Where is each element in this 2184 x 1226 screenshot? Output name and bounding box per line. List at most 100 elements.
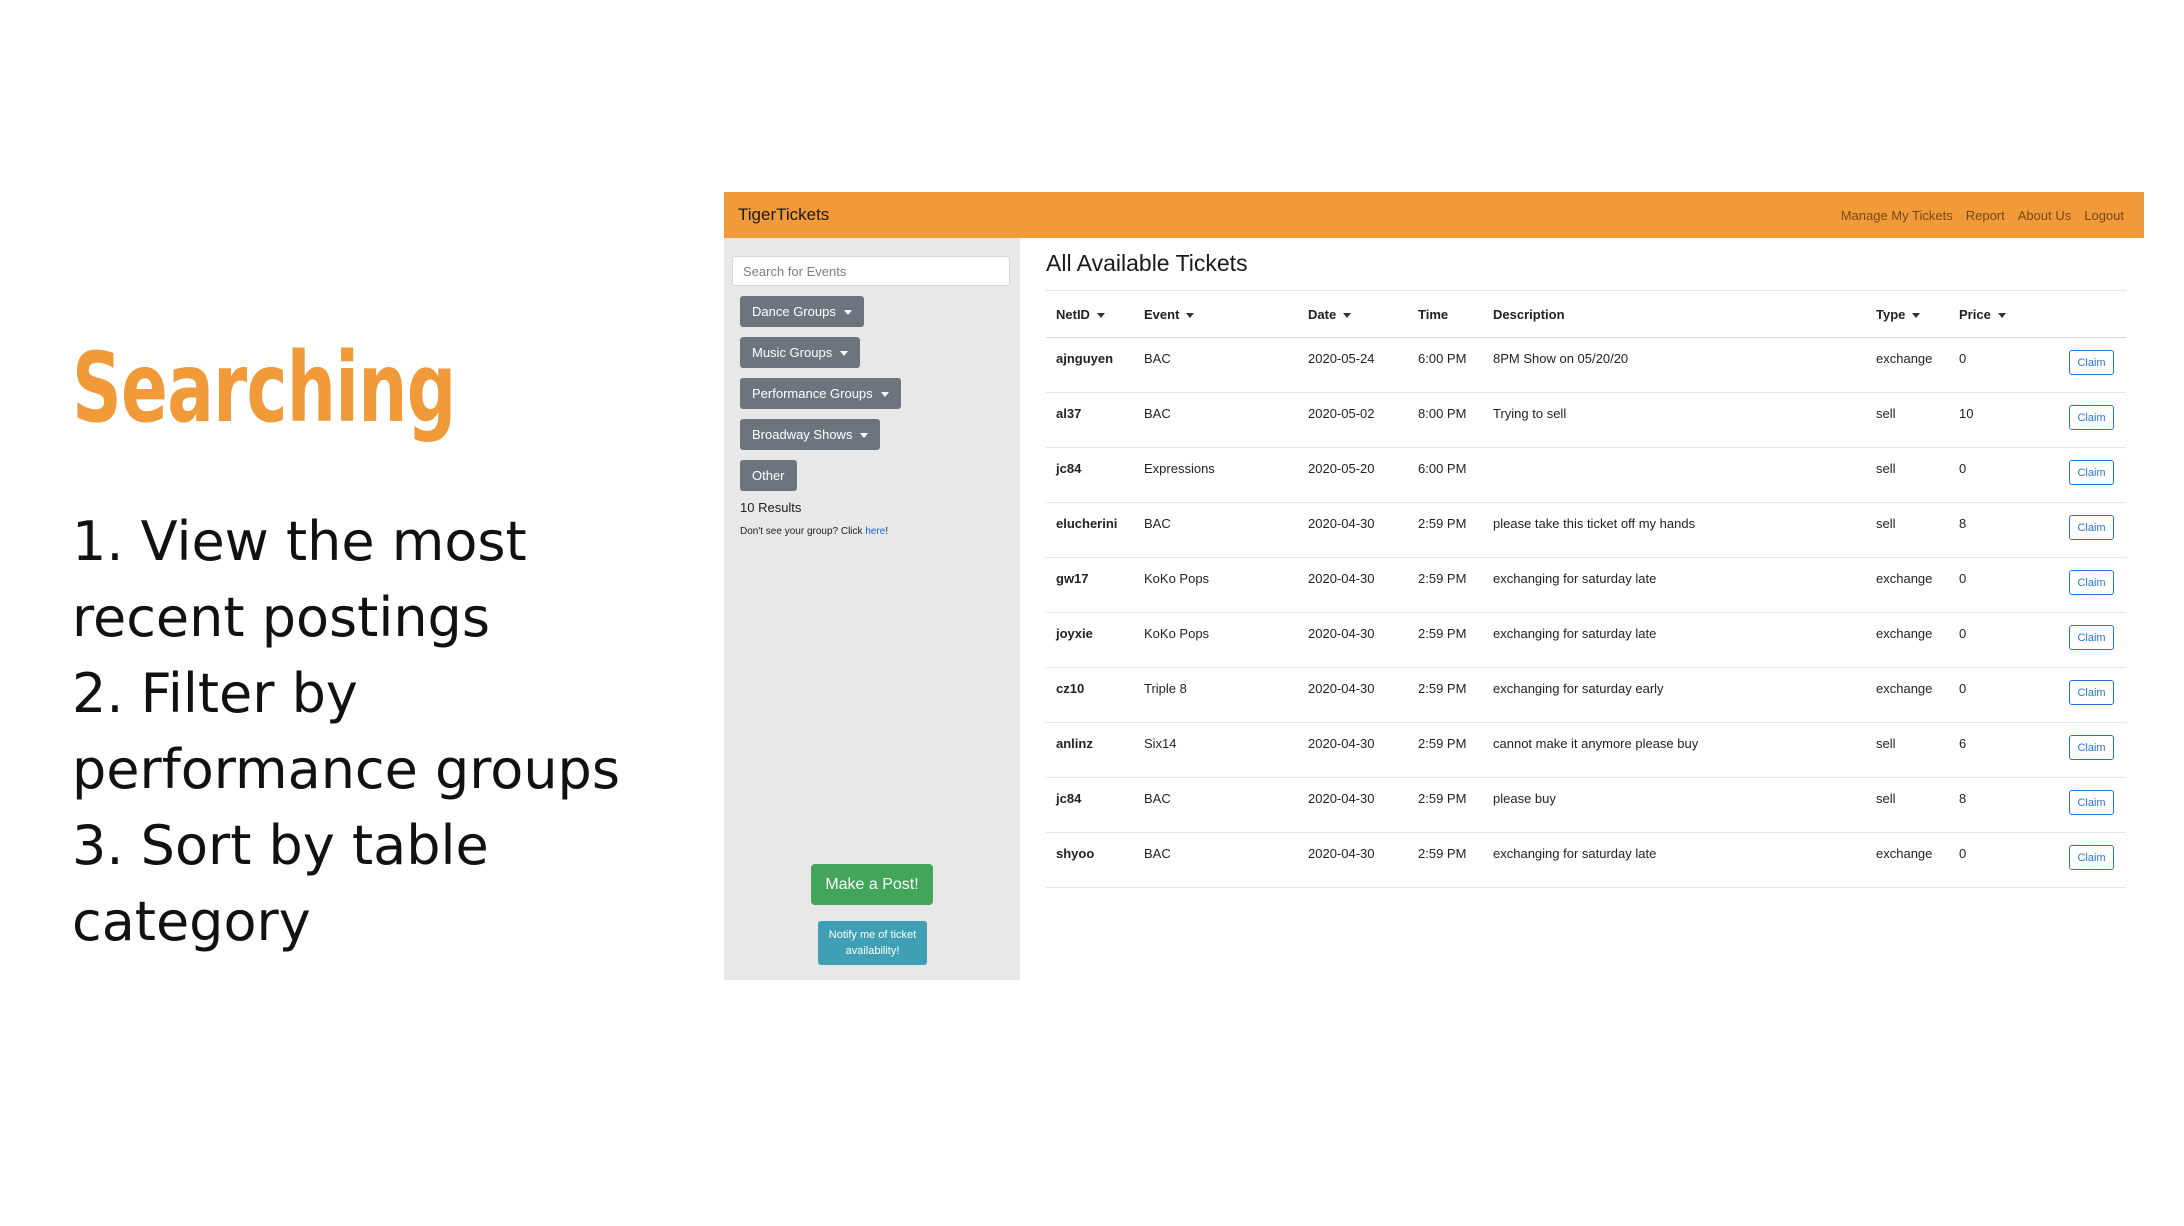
netid-cell: shyoo [1046, 832, 1134, 888]
netid-value: joyxie [1056, 626, 1093, 641]
time-cell: 8:00 PM [1408, 392, 1483, 448]
nav-links: Manage My Tickets Report About Us Logout [1841, 208, 2124, 223]
step-item: 2. Filter by performance groups [72, 662, 620, 801]
type-cell: exchange [1866, 337, 1949, 393]
group-note-suffix: ! [885, 526, 889, 537]
claim-button[interactable]: Claim [2069, 680, 2114, 705]
type-cell: sell [1866, 502, 1949, 558]
date-value: 2020-05-24 [1308, 351, 1375, 366]
type-value: sell [1876, 736, 1896, 751]
description-cell: please buy [1483, 777, 1866, 833]
event-column-header[interactable]: Event [1134, 290, 1298, 338]
price-value: 8 [1959, 791, 1967, 806]
time-value: 2:59 PM [1418, 736, 1467, 751]
price-cell: 6 [1949, 722, 2059, 778]
claim-button[interactable]: Claim [2069, 350, 2114, 375]
time-value: 6:00 PM [1418, 461, 1467, 476]
claim-button[interactable]: Claim [2069, 460, 2114, 485]
column-label: Description [1493, 306, 1565, 322]
description-value: cannot make it anymore please buy [1493, 736, 1699, 751]
claim-button[interactable]: Claim [2069, 570, 2114, 595]
time-cell: 2:59 PM [1408, 832, 1483, 888]
description-value: exchanging for saturday late [1493, 571, 1657, 586]
claim-button[interactable]: Claim [2069, 735, 2114, 760]
time-value: 2:59 PM [1418, 846, 1467, 861]
filter-label: Other [752, 468, 785, 483]
action-cell: Claim [2059, 502, 2126, 558]
time-column-header: Time [1408, 290, 1483, 338]
netid-value: al37 [1056, 406, 1082, 421]
table-row: gw17 KoKo Pops 2020-04-30 2:59 PM exchanging… [1046, 557, 2126, 613]
netid-cell: cz10 [1046, 667, 1134, 723]
price-cell: 0 [1949, 557, 2059, 613]
app-screenshot: TigerTickets Manage My Tickets Report Ab… [724, 192, 2144, 980]
claim-button[interactable]: Claim [2069, 625, 2114, 650]
claim-button[interactable]: Claim [2069, 515, 2114, 540]
make-post-button[interactable]: Make a Post! [811, 864, 933, 905]
broadway-shows-dropdown[interactable]: Broadway Shows [740, 419, 881, 450]
table-row: anlinz Six14 2020-04-30 2:59 PM cannot make … [1046, 722, 2126, 778]
sort-caret-icon [1186, 312, 1195, 318]
results-count: 10 Results [740, 500, 802, 515]
date-cell: 2020-04-30 [1298, 722, 1408, 778]
type-value: sell [1876, 406, 1896, 421]
price-cell: 0 [1949, 832, 2059, 888]
group-note-text: Don't see your group? Click [740, 526, 866, 537]
netid-column-header[interactable]: NetID [1046, 290, 1134, 338]
description-value: exchanging for saturday late [1493, 846, 1657, 861]
nav-report[interactable]: Report [1966, 208, 2005, 223]
column-label: Event [1144, 306, 1180, 322]
netid-cell: ajnguyen [1046, 337, 1134, 393]
table-row: shyoo BAC 2020-04-30 2:59 PM exchanging for … [1046, 832, 2126, 888]
dropdown-label: Music Groups [752, 345, 833, 360]
date-value: 2020-04-30 [1308, 626, 1375, 641]
claim-button[interactable]: Claim [2069, 405, 2114, 430]
step-item: 3. Sort by table category [72, 814, 489, 953]
tickets-table-body: ajnguyen BAC 2020-05-24 6:00 PM 8PM Show on … [1046, 337, 2126, 888]
dance-groups-dropdown[interactable]: Dance Groups [740, 296, 864, 327]
event-value: Expressions [1144, 461, 1215, 476]
nav-manage-my-tickets[interactable]: Manage My Tickets [1841, 208, 1953, 223]
event-value: BAC [1144, 406, 1171, 421]
action-cell: Claim [2059, 777, 2126, 833]
sort-caret-icon [1343, 312, 1352, 318]
price-value: 0 [1959, 846, 1967, 861]
page-title: All Available Tickets [1046, 250, 1248, 276]
column-label: NetID [1056, 306, 1090, 322]
date-value: 2020-04-30 [1308, 846, 1375, 861]
event-value: BAC [1144, 791, 1171, 806]
add-group-link[interactable]: here [865, 526, 885, 537]
nav-logout[interactable]: Logout [2084, 208, 2124, 223]
type-value: sell [1876, 516, 1896, 531]
performance-groups-dropdown[interactable]: Performance Groups [740, 378, 901, 409]
claim-button[interactable]: Claim [2069, 790, 2114, 815]
netid-cell: jc84 [1046, 447, 1134, 503]
nav-about-us[interactable]: About Us [2018, 208, 2071, 223]
price-cell: 0 [1949, 667, 2059, 723]
price-value: 10 [1959, 406, 1974, 421]
claim-button[interactable]: Claim [2069, 845, 2114, 870]
type-value: sell [1876, 461, 1896, 476]
search-input[interactable] [732, 256, 1010, 286]
dropdown-label: Performance Groups [752, 386, 873, 401]
music-groups-dropdown[interactable]: Music Groups [740, 337, 861, 368]
notify-button[interactable]: Notify me of ticket availability! [818, 921, 927, 965]
netid-value: gw17 [1056, 571, 1089, 586]
price-column-header[interactable]: Price [1949, 290, 2059, 338]
price-value: 0 [1959, 461, 1967, 476]
time-cell: 2:59 PM [1408, 612, 1483, 668]
steps-list: 1. View the most recent postings 2. Filt… [72, 504, 712, 960]
price-cell: 8 [1949, 502, 2059, 558]
event-cell: Six14 [1134, 722, 1298, 778]
brand-link[interactable]: TigerTickets [738, 205, 829, 225]
type-column-header[interactable]: Type [1866, 290, 1949, 338]
event-value: KoKo Pops [1144, 626, 1210, 641]
date-column-header[interactable]: Date [1298, 290, 1408, 338]
date-cell: 2020-04-30 [1298, 502, 1408, 558]
other-filter-button[interactable]: Other [740, 460, 797, 491]
netid-cell: jc84 [1046, 777, 1134, 833]
event-cell: BAC [1134, 337, 1298, 393]
type-value: exchange [1876, 681, 1933, 696]
netid-value: anlinz [1056, 736, 1093, 751]
type-cell: exchange [1866, 557, 1949, 613]
